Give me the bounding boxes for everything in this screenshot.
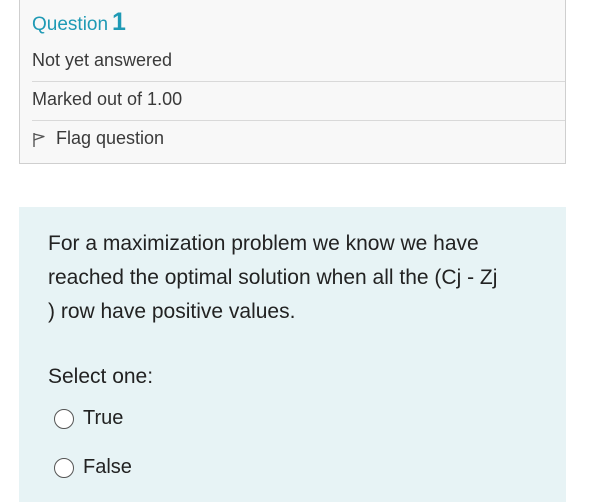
question-label: Question — [32, 14, 109, 35]
option-label: True — [83, 407, 124, 429]
divider — [32, 81, 565, 82]
option-false[interactable]: False — [54, 456, 132, 479]
question-info-panel: Question 1 Not yet answered Marked out of… — [19, 0, 566, 164]
radio-unchecked-icon[interactable] — [54, 457, 74, 478]
question-content: For a maximization problem we know we ha… — [19, 207, 566, 502]
flag-icon — [32, 130, 56, 148]
divider — [32, 120, 565, 121]
answer-state: Not yet answered — [32, 50, 173, 70]
select-prompt: Select one: — [48, 365, 154, 388]
question-number: 1 — [112, 8, 126, 36]
option-label: False — [83, 456, 132, 478]
grade-info: Marked out of 1.00 — [32, 89, 183, 109]
option-true[interactable]: True — [54, 407, 123, 430]
question-heading: Question 1 — [32, 8, 126, 37]
flag-question-button[interactable]: Flag question — [32, 128, 164, 149]
radio-unchecked-icon[interactable] — [54, 408, 74, 429]
flag-question-label: Flag question — [56, 128, 165, 148]
question-text: For a maximization problem we know we ha… — [48, 232, 498, 323]
